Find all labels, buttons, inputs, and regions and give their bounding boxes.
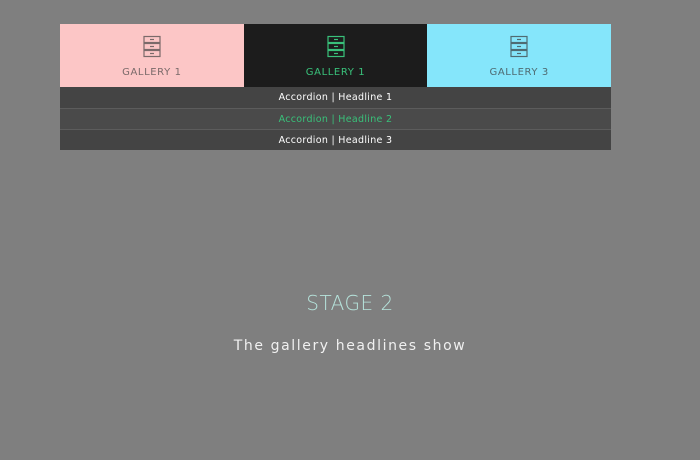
tab-label: GALLERY 3 [489, 67, 549, 78]
accordion-headline-3[interactable]: Accordion | Headline 3 [60, 129, 611, 150]
archive-drawers-icon [326, 35, 345, 58]
accordion-headline-1[interactable]: Accordion | Headline 1 [60, 87, 611, 108]
tab-gallery-3[interactable]: GALLERY 3 [427, 24, 612, 87]
stage-subtitle: The gallery headlines show [233, 338, 467, 354]
tab-label: GALLERY 1 [305, 67, 366, 78]
archive-drawers-icon [510, 35, 528, 58]
accordion-headline-2[interactable]: Accordion | Headline 2 [60, 108, 611, 129]
tab-gallery-1[interactable]: GALLERY 1 [60, 24, 244, 87]
gallery-tabs: GALLERY 1 GALLERY 1 GALLERY 3 [60, 24, 612, 87]
stage-title: STAGE 2 [306, 291, 394, 315]
tab-label: GALLERY 1 [122, 67, 182, 78]
archive-drawers-icon [143, 35, 161, 58]
accordion: Accordion | Headline 1 Accordion | Headl… [60, 87, 611, 150]
tab-gallery-2[interactable]: GALLERY 1 [243, 24, 428, 87]
